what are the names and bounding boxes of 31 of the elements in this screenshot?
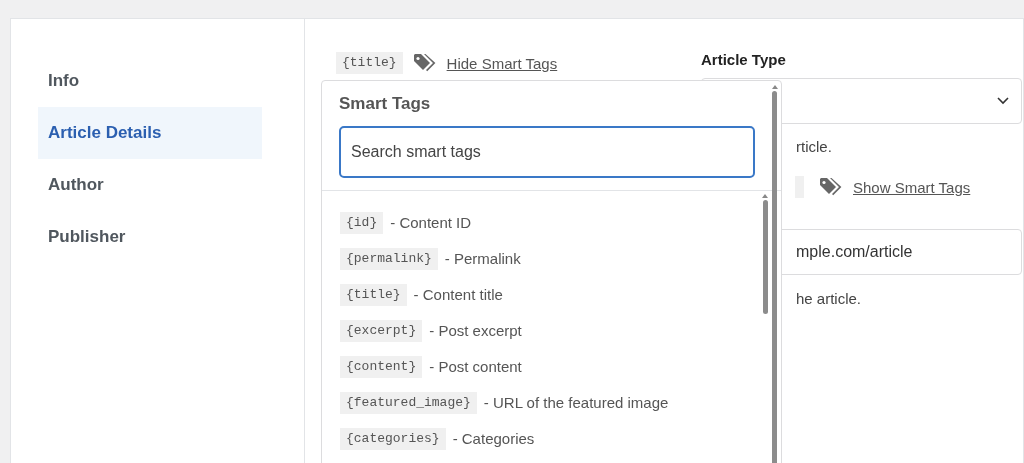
help-text: rticle.	[796, 138, 832, 155]
show-smart-tags-link[interactable]: Show Smart Tags	[853, 178, 971, 196]
scrollbar[interactable]	[762, 194, 768, 314]
sidebar-item[interactable]: Author	[38, 159, 262, 211]
field-label: Article Type	[701, 51, 787, 70]
smart-tag-code[interactable]: {id}	[340, 211, 384, 234]
smart-tag-code[interactable]: {categories}	[340, 427, 446, 450]
tag-description: - Permalink	[444, 250, 521, 267]
smart-tag-code[interactable]: {content}	[340, 355, 423, 378]
tag-icon	[412, 53, 437, 73]
tag-description: - Post content	[429, 358, 522, 375]
smart-tag-code[interactable]: {featured_image}	[340, 391, 477, 414]
tag-description: - URL of the featured image	[483, 394, 669, 411]
tag-description: - Content ID	[390, 214, 472, 231]
search-field[interactable]: Search smart tags	[339, 126, 755, 178]
help-text: he article.	[796, 290, 862, 307]
popup-heading: Smart Tags	[339, 94, 432, 115]
sidebar-item[interactable]: Article Details	[38, 107, 262, 159]
scrollbar[interactable]	[771, 85, 778, 463]
tag-description: - Post excerpt	[429, 322, 522, 339]
smart-tag-code[interactable]: {permalink}	[340, 247, 438, 270]
tag-description: - Categories	[452, 430, 535, 447]
chevron-down-icon	[997, 97, 1009, 105]
sidebar-item[interactable]: Publisher	[38, 211, 262, 263]
smart-tag-code[interactable]: {title}	[340, 283, 407, 306]
smart-tag-code: {title}	[336, 52, 403, 74]
tag-description: - Content title	[413, 286, 503, 303]
tag-icon	[819, 177, 843, 197]
smart-tag-code[interactable]: {excerpt}	[340, 319, 423, 342]
hide-smart-tags-link[interactable]: Hide Smart Tags	[446, 54, 558, 72]
sidebar-item[interactable]: Info	[38, 55, 262, 107]
